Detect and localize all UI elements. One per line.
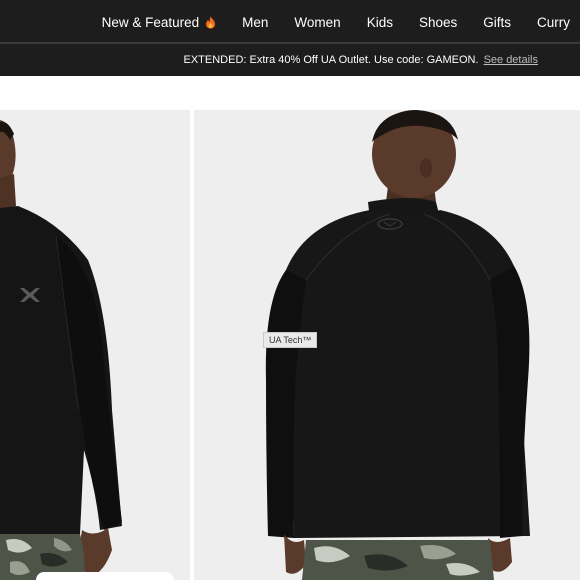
- product-image-front[interactable]: [0, 110, 190, 580]
- nav-item-label: Kids: [366, 14, 393, 30]
- promo-text: EXTENDED: Extra 40% Off UA Outlet. Use c…: [183, 54, 479, 66]
- promo-content: EXTENDED: Extra 40% Off UA Outlet. Use c…: [184, 44, 539, 76]
- product-tag: UA Tech™: [263, 332, 318, 348]
- nav-item-label: Men: [242, 14, 269, 30]
- product-image-back[interactable]: [194, 110, 580, 580]
- nav-item-label: Curry: [537, 14, 570, 30]
- nav-item-label: New & Featured: [101, 14, 200, 30]
- promo-banner: EXTENDED: Extra 40% Off UA Outlet. Use c…: [0, 44, 580, 76]
- see-details-link[interactable]: See details: [484, 54, 538, 66]
- nav-item-kids[interactable]: Kids: [354, 15, 406, 30]
- nav-item-men[interactable]: Men: [229, 15, 281, 30]
- top-navigation: New & Featured Men Women Kids Shoes Gift…: [0, 0, 580, 44]
- nav-item-label: Shoes: [418, 14, 458, 30]
- back-view-illustration: [194, 110, 580, 580]
- nav-menu: New & Featured Men Women Kids Shoes Gift…: [89, 0, 570, 44]
- nav-item-women[interactable]: Women: [281, 15, 353, 30]
- nav-item-new-featured[interactable]: New & Featured: [89, 15, 230, 30]
- nav-item-label: Gifts: [483, 14, 511, 30]
- nav-item-curry[interactable]: Curry: [524, 15, 570, 30]
- front-view-illustration: [0, 110, 190, 580]
- nav-item-gifts[interactable]: Gifts: [470, 15, 524, 30]
- nav-item-label: Women: [294, 14, 341, 30]
- image-pill-indicator: [36, 572, 174, 588]
- flame-icon: [206, 16, 216, 28]
- nav-item-shoes[interactable]: Shoes: [406, 15, 470, 30]
